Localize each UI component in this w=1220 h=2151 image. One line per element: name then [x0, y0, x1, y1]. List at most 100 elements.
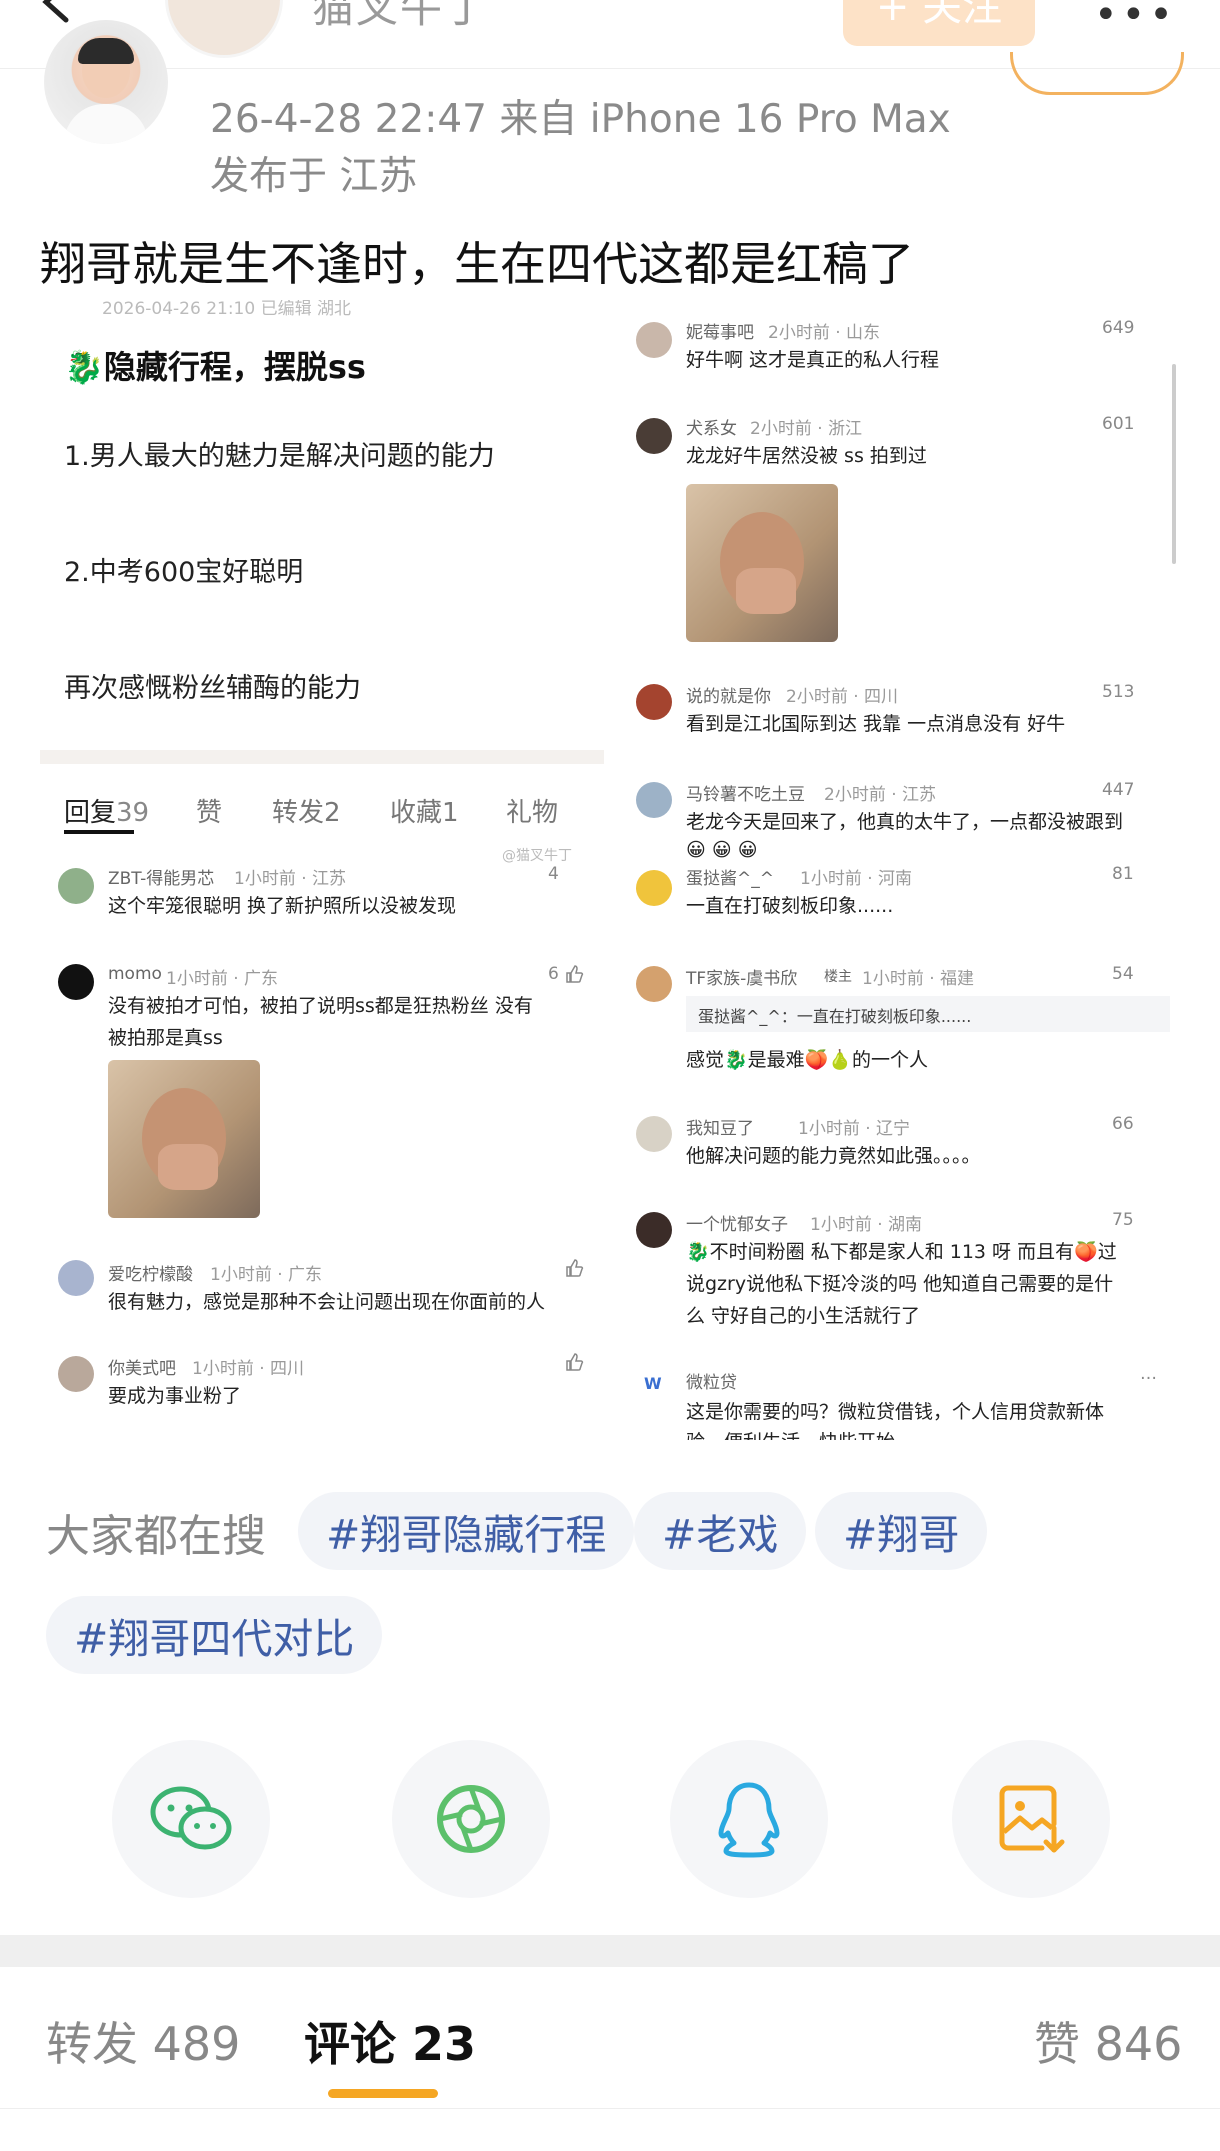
embedded-top-meta: 2026-04-26 21:10 已编辑 湖北 [102, 300, 351, 319]
author-avatar[interactable] [44, 20, 168, 144]
comment-likes[interactable]: 66 [1112, 1114, 1134, 1134]
comment-avatar[interactable] [58, 1356, 94, 1392]
comment-name[interactable]: 犬系女 [686, 414, 737, 439]
comment-avatar[interactable] [636, 322, 672, 358]
comment-name[interactable]: ZBT-得能男芯 [108, 864, 214, 889]
comment-likes[interactable]: 447 [1102, 780, 1134, 800]
quoted-reply: 蛋挞酱^_^：一直在打破刻板印象...... [686, 996, 1170, 1032]
tab-comment[interactable]: 评论 23 [304, 2008, 476, 2074]
comment-name[interactable]: 说的就是你 [686, 682, 771, 707]
comment-avatar[interactable] [636, 966, 672, 1002]
comment-likes[interactable]: 6 [548, 964, 559, 984]
comment-meta: 2小时前 · 山东 [768, 323, 881, 343]
scrollbar[interactable] [1172, 364, 1176, 564]
comment-name[interactable]: TF家族-虞书欣 [686, 964, 797, 989]
comment-text: 他解决问题的能力竟然如此强。。。。 [686, 1145, 981, 1167]
comment-avatar[interactable] [636, 870, 672, 906]
embedded-tab-like[interactable]: 赞 [196, 792, 222, 829]
comment-avatar[interactable] [636, 782, 672, 818]
comment-name[interactable]: 一个忧郁女子 [686, 1210, 788, 1235]
op-badge: 楼主 [824, 969, 852, 985]
comment-likes[interactable]: 601 [1102, 414, 1134, 434]
embedded-line1: 1.男人最大的魅力是解决问题的能力 [64, 441, 495, 472]
comment-text-cont: 么 守好自己的小生活就行了 [686, 1305, 921, 1327]
wechat-icon [150, 1786, 232, 1850]
comment-likes[interactable]: 54 [1112, 964, 1134, 984]
comment-likes[interactable]: 513 [1102, 682, 1134, 702]
hot-tag[interactable]: #翔哥四代对比 [46, 1596, 383, 1674]
comment-text: 感觉🐉是最难🍑🍐的一个人 [686, 1049, 928, 1071]
comment-likes[interactable]: 81 [1112, 864, 1134, 884]
comment-likes[interactable]: 4 [548, 864, 559, 884]
comment-name[interactable]: 蛋挞酱^_^ [686, 864, 774, 889]
share-wechat-button[interactable] [112, 1740, 270, 1898]
comment-emoji: 😀 😀 😀 [686, 839, 758, 861]
tab-repost[interactable]: 转发 489 [46, 2008, 240, 2074]
tab-like[interactable]: 赞 846 [1034, 2008, 1182, 2074]
comment-avatar[interactable] [636, 1116, 672, 1152]
share-save-button[interactable] [952, 1740, 1110, 1898]
comment-meta: 1小时前 · 辽宁 [798, 1119, 911, 1139]
ad-logo-icon: W [644, 1374, 662, 1393]
tab-active-indicator [328, 2089, 438, 2098]
author-avatar-small[interactable] [165, 0, 283, 58]
comment-name[interactable]: 马铃薯不吃土豆 [686, 780, 805, 805]
hot-search-label: 大家都在搜 [46, 1511, 266, 1562]
ad-more-icon[interactable]: … [1140, 1364, 1157, 1384]
more-icon[interactable]: ••• [1094, 0, 1177, 38]
follow-button[interactable]: + 关注 [843, 0, 1035, 46]
comment-image[interactable] [686, 484, 838, 642]
comment-name[interactable]: 爱吃柠檬酸 [108, 1260, 193, 1285]
author-name[interactable]: 猫叉牛丁 [312, 0, 488, 35]
qq-icon [718, 1782, 780, 1858]
comment-text-cont: 说gzry说他私下挺冷淡的吗 他知道自己需要的是什 [686, 1273, 1114, 1295]
comment-avatar[interactable] [58, 964, 94, 1000]
embedded-tab-reply[interactable]: 回复39 [64, 792, 149, 829]
comment-likes[interactable]: 649 [1102, 318, 1134, 338]
comment-avatar[interactable] [636, 1212, 672, 1248]
comment-name[interactable]: 妮莓事吧 [686, 318, 754, 343]
bottom-divider [0, 2108, 1220, 2109]
comment-name[interactable]: momo [108, 964, 162, 984]
like-icon[interactable] [564, 1258, 584, 1278]
comment-text: 龙龙好牛居然没被 ss 拍到过 [686, 445, 927, 467]
comment-meta: 2小时前 · 浙江 [750, 419, 863, 439]
hot-tag[interactable]: #翔哥隐藏行程 [298, 1492, 635, 1570]
embedded-tab-repost[interactable]: 转发2 [272, 792, 341, 829]
embedded-screenshot[interactable]: 2026-04-26 21:10 已编辑 湖北 🐉隐藏行程，摆脱ss 1.男人最… [40, 300, 1180, 1440]
comment-image[interactable] [108, 1060, 260, 1218]
embedded-tab-fav[interactable]: 收藏1 [390, 792, 459, 829]
comment-text: 看到是江北国际到达 我靠 一点消息没有 好牛 [686, 713, 1066, 735]
embedded-line2: 2.中考600宝好聪明 [64, 557, 304, 588]
hot-tag[interactable]: #老戏 [634, 1492, 807, 1570]
share-moments-button[interactable] [392, 1740, 550, 1898]
comment-name[interactable]: 我知豆了 [686, 1114, 754, 1139]
comment-name[interactable]: 你美式吧 [108, 1354, 176, 1379]
back-icon[interactable] [36, 0, 80, 24]
comment-text: 这个牢笼很聪明 换了新护照所以没被发现 [108, 895, 457, 917]
embedded-line3: 再次感慨粉丝辅酶的能力 [64, 673, 361, 704]
embedded-tab-gift[interactable]: 礼物 [506, 792, 558, 829]
comment-avatar[interactable] [58, 868, 94, 904]
comment-text: 好牛啊 这才是真正的私人行程 [686, 349, 940, 371]
like-icon[interactable] [564, 1352, 584, 1372]
comment-text: 🐉不时间粉圈 私下都是家人和 113 呀 而且有🍑过 [686, 1241, 1117, 1263]
hot-tag[interactable]: #翔哥 [815, 1492, 988, 1570]
post-time-device: 26-4-28 22:47 来自 iPhone 16 Pro Max [210, 97, 951, 142]
comment-meta: 2小时前 · 四川 [786, 687, 899, 707]
comment-likes[interactable]: 75 [1112, 1210, 1134, 1230]
comment-avatar[interactable] [636, 418, 672, 454]
comment-meta: 1小时前 · 四川 [192, 1359, 305, 1379]
comment-avatar[interactable] [636, 684, 672, 720]
ad-text: 这是你需要的吗？微粒贷借钱，个人信用贷款新体 [686, 1401, 1105, 1423]
comment-text: 一直在打破刻板印象...... [686, 895, 894, 917]
comment-meta: 1小时前 · 江苏 [234, 869, 347, 889]
ad-name[interactable]: 微粒贷 [686, 1368, 737, 1393]
comment-text: 没有被拍才可怕，被拍了说明ss都是狂热粉丝 没有 [108, 995, 533, 1017]
comment-meta: 1小时前 · 河南 [800, 869, 913, 889]
share-qq-button[interactable] [670, 1740, 828, 1898]
comment-avatar[interactable] [58, 1260, 94, 1296]
comment-meta: 1小时前 · 湖南 [810, 1215, 923, 1235]
post-location: 发布于 江苏 [210, 154, 418, 199]
like-icon[interactable] [564, 964, 584, 984]
